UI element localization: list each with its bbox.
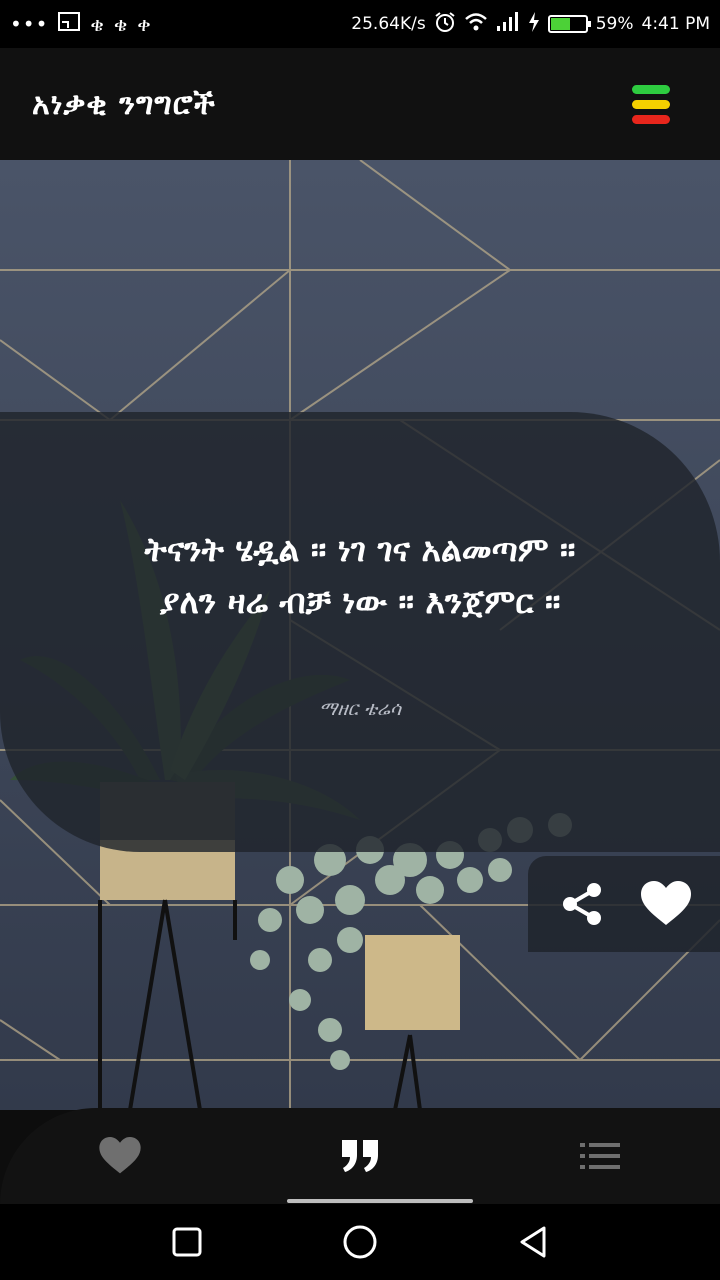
network-speed: 25.64K/s [351, 14, 426, 34]
share-icon [563, 883, 601, 925]
recent-apps-button[interactable] [162, 1217, 212, 1267]
recent-apps-icon [172, 1227, 202, 1257]
clock: 4:41 PM [641, 14, 711, 34]
app-screen: ••• ቄ ቄ ቀ 25.64K/s 59% 4:41 PM አነቃቂ ንግግሮ… [0, 0, 720, 1280]
quote-icon [342, 1140, 378, 1172]
status-bar: ••• ቄ ቄ ቀ 25.64K/s 59% 4:41 PM [0, 0, 720, 48]
share-button[interactable] [555, 877, 609, 931]
app-notification-icon: ቄ [90, 12, 104, 36]
quote-actions [528, 856, 720, 952]
status-right-icons: 25.64K/s 59% 4:41 PM [351, 11, 710, 38]
nav-favorites[interactable] [75, 1121, 165, 1191]
quote-line-2: ያለን ዛሬ ብቻ ነው ። እንጀምር ። [159, 582, 561, 621]
more-dots-icon: ••• [10, 12, 49, 36]
bottom-navigation [0, 1108, 720, 1204]
charging-icon [528, 11, 540, 37]
battery-percent: 59% [595, 14, 634, 34]
system-navigation-bar [0, 1204, 720, 1280]
screen-cast-icon [58, 11, 81, 37]
favorite-button[interactable] [639, 877, 693, 931]
back-button[interactable] [508, 1217, 558, 1267]
app-bar: አነቃቂ ንግግሮች [0, 48, 720, 160]
wifi-icon [464, 12, 488, 37]
home-icon [343, 1225, 377, 1259]
active-tab-indicator [287, 1199, 473, 1203]
battery-level [550, 18, 570, 30]
alarm-icon [434, 11, 456, 38]
flag-stripe-yellow [632, 99, 670, 109]
quote-line-1: ትናንት ሄዷል ። ነገ ገና አልመጣም ። [144, 530, 576, 569]
home-button[interactable] [335, 1217, 385, 1267]
flag-stripe-red [632, 114, 670, 124]
back-icon [520, 1226, 546, 1258]
status-left-icons: ••• ቄ ቄ ቀ [10, 11, 151, 37]
app-notification-icon: ቀ [137, 12, 151, 36]
app-title: አነቃቂ ንግግሮች [32, 86, 216, 122]
nav-quotes[interactable] [315, 1121, 405, 1191]
battery-icon [547, 15, 591, 33]
app-notification-icon: ቄ [113, 12, 128, 36]
quote-author: ማዘር ቴሬሳ [318, 698, 401, 720]
nav-list[interactable] [555, 1121, 645, 1191]
heart-icon [99, 1137, 141, 1174]
quote-card: ትናንት ሄዷል ። ነገ ገና አልመጣም ። ያለን ዛሬ ብቻ ነው ። … [0, 412, 720, 852]
quote-text: ትናንት ሄዷል ። ነገ ገና አልመጣም ። ያለን ዛሬ ብቻ ነው ። … [40, 524, 680, 628]
heart-icon [641, 881, 691, 925]
flag-stripe-green [632, 84, 670, 94]
list-icon [580, 1143, 620, 1169]
menu-flag-icon[interactable] [632, 84, 670, 124]
signal-icon [496, 11, 520, 37]
